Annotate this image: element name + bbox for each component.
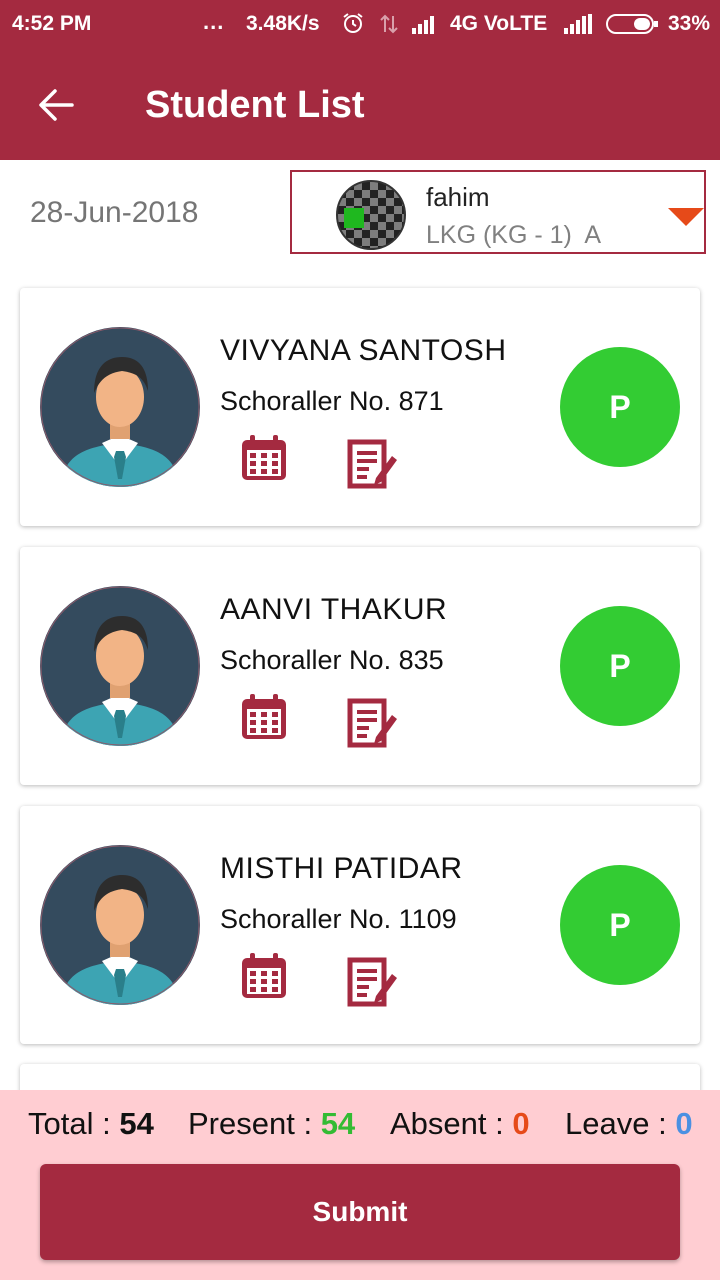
student-avatar: [40, 327, 200, 487]
scholar-number: Schoraller No. 1109: [220, 904, 457, 934]
edit-note-icon[interactable]: [346, 697, 398, 749]
network-type: 4G VoLTE: [450, 12, 548, 35]
student-avatar: [40, 845, 200, 1005]
teacher-avatar-marker: [344, 208, 364, 228]
class-selector[interactable]: fahim LKG (KG - 1) A: [290, 170, 706, 254]
alarm-icon: [343, 13, 363, 33]
present-stat: Present : 54: [188, 1106, 355, 1142]
student-card: VIVYANA SANTOSH Schoraller No. 871 P: [20, 288, 700, 526]
teacher-avatar: [336, 180, 406, 250]
notification-dots: ...: [203, 9, 225, 34]
attendance-status-button[interactable]: P: [560, 865, 680, 985]
signal-icon: [412, 16, 434, 34]
leave-count: 0: [675, 1106, 693, 1141]
total-count: 54: [119, 1106, 154, 1141]
attendance-summary: Total : 54 Present : 54 Absent : 0 Leave…: [0, 1090, 720, 1280]
student-card: MISTHI PATIDAR Schoraller No. 1109 P: [20, 806, 700, 1044]
student-avatar: [40, 586, 200, 746]
status-bar: 4:52 PM ... 3.48K/s 4G VoLTE 33%: [0, 0, 720, 50]
status-time: 4:52 PM: [12, 12, 92, 35]
submit-button[interactable]: Submit: [40, 1164, 680, 1260]
absent-label: Absent :: [390, 1106, 513, 1141]
present-count: 54: [320, 1106, 356, 1141]
absent-stat: Absent : 0: [390, 1106, 530, 1142]
student-card: AANVI THAKUR Schoraller No. 835 P: [20, 547, 700, 785]
dropdown-arrow-icon[interactable]: [666, 204, 706, 228]
battery-icon: [606, 14, 658, 34]
network-speed: 3.48K/s: [246, 12, 320, 35]
attendance-status-button[interactable]: P: [560, 606, 680, 726]
scholar-number: Schoraller No. 871: [220, 386, 444, 416]
class-name: LKG (KG - 1) A: [426, 221, 602, 249]
edit-note-icon[interactable]: [346, 438, 398, 490]
scholar-number: Schoraller No. 835: [220, 645, 444, 675]
signal-strength-icon: [564, 14, 592, 34]
student-name: AANVI THAKUR: [220, 593, 448, 626]
page-title: Student List: [145, 84, 365, 126]
edit-note-icon[interactable]: [346, 956, 398, 1008]
present-label: Present :: [188, 1106, 321, 1141]
attendance-date[interactable]: 28-Jun-2018: [30, 196, 198, 230]
total-stat: Total : 54: [28, 1106, 154, 1142]
leave-label: Leave :: [565, 1106, 676, 1141]
app-bar: Student List: [0, 50, 720, 160]
calendar-icon[interactable]: [238, 691, 290, 743]
attendance-status-button[interactable]: P: [560, 347, 680, 467]
teacher-name: fahim: [426, 182, 490, 212]
calendar-icon[interactable]: [238, 432, 290, 484]
data-transfer-icon: [380, 14, 398, 34]
absent-count: 0: [512, 1106, 530, 1141]
leave-stat: Leave : 0: [565, 1106, 693, 1142]
calendar-icon[interactable]: [238, 950, 290, 1002]
battery-percent: 33%: [668, 12, 711, 35]
student-name: VIVYANA SANTOSH: [220, 334, 507, 367]
student-name: MISTHI PATIDAR: [220, 852, 463, 885]
total-label: Total :: [28, 1106, 120, 1141]
back-arrow-icon[interactable]: [36, 86, 76, 124]
